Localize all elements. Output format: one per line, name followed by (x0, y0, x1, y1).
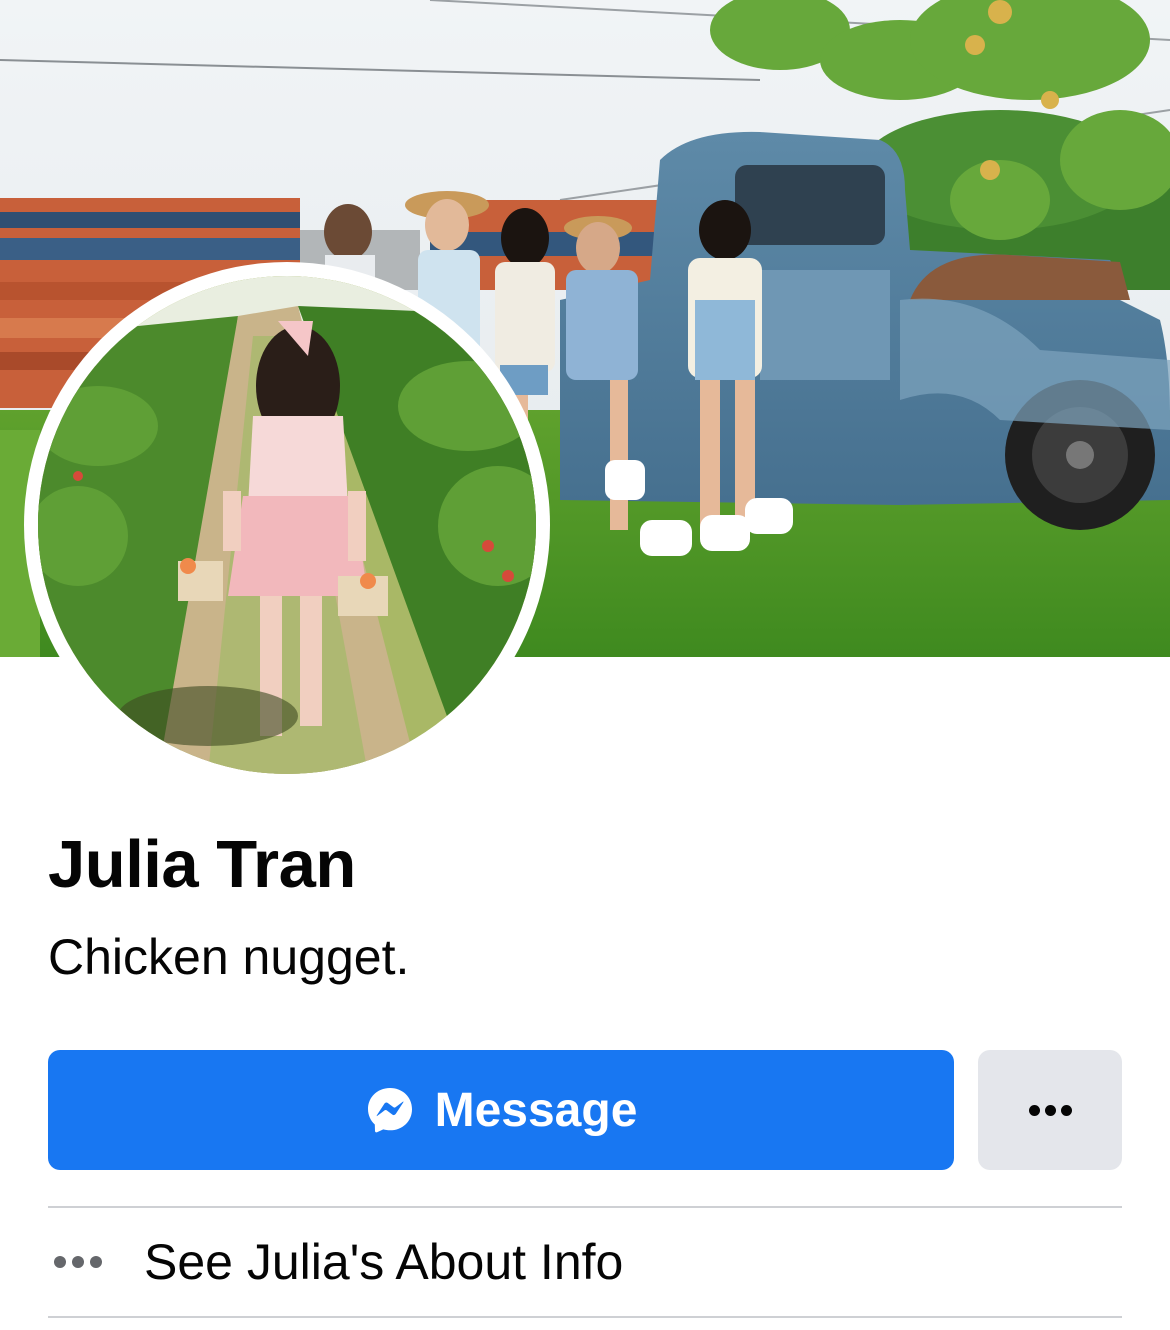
profile-name: Julia Tran (48, 827, 356, 902)
message-button[interactable]: Message (48, 1050, 954, 1170)
profile-page: Julia Tran Chicken nugget. Message See J… (0, 0, 1170, 1330)
profile-avatar[interactable] (38, 276, 536, 774)
more-dots-icon (1028, 1104, 1072, 1116)
profile-bio: Chicken nugget. (48, 929, 410, 985)
message-button-label: Message (434, 1083, 638, 1137)
messenger-icon (367, 1088, 412, 1133)
more-dots-icon (54, 1256, 102, 1268)
more-options-button[interactable] (978, 1050, 1122, 1170)
see-about-info-row[interactable]: See Julia's About Info (48, 1208, 1122, 1316)
divider-bottom (48, 1316, 1122, 1318)
about-info-label: See Julia's About Info (144, 1234, 624, 1290)
